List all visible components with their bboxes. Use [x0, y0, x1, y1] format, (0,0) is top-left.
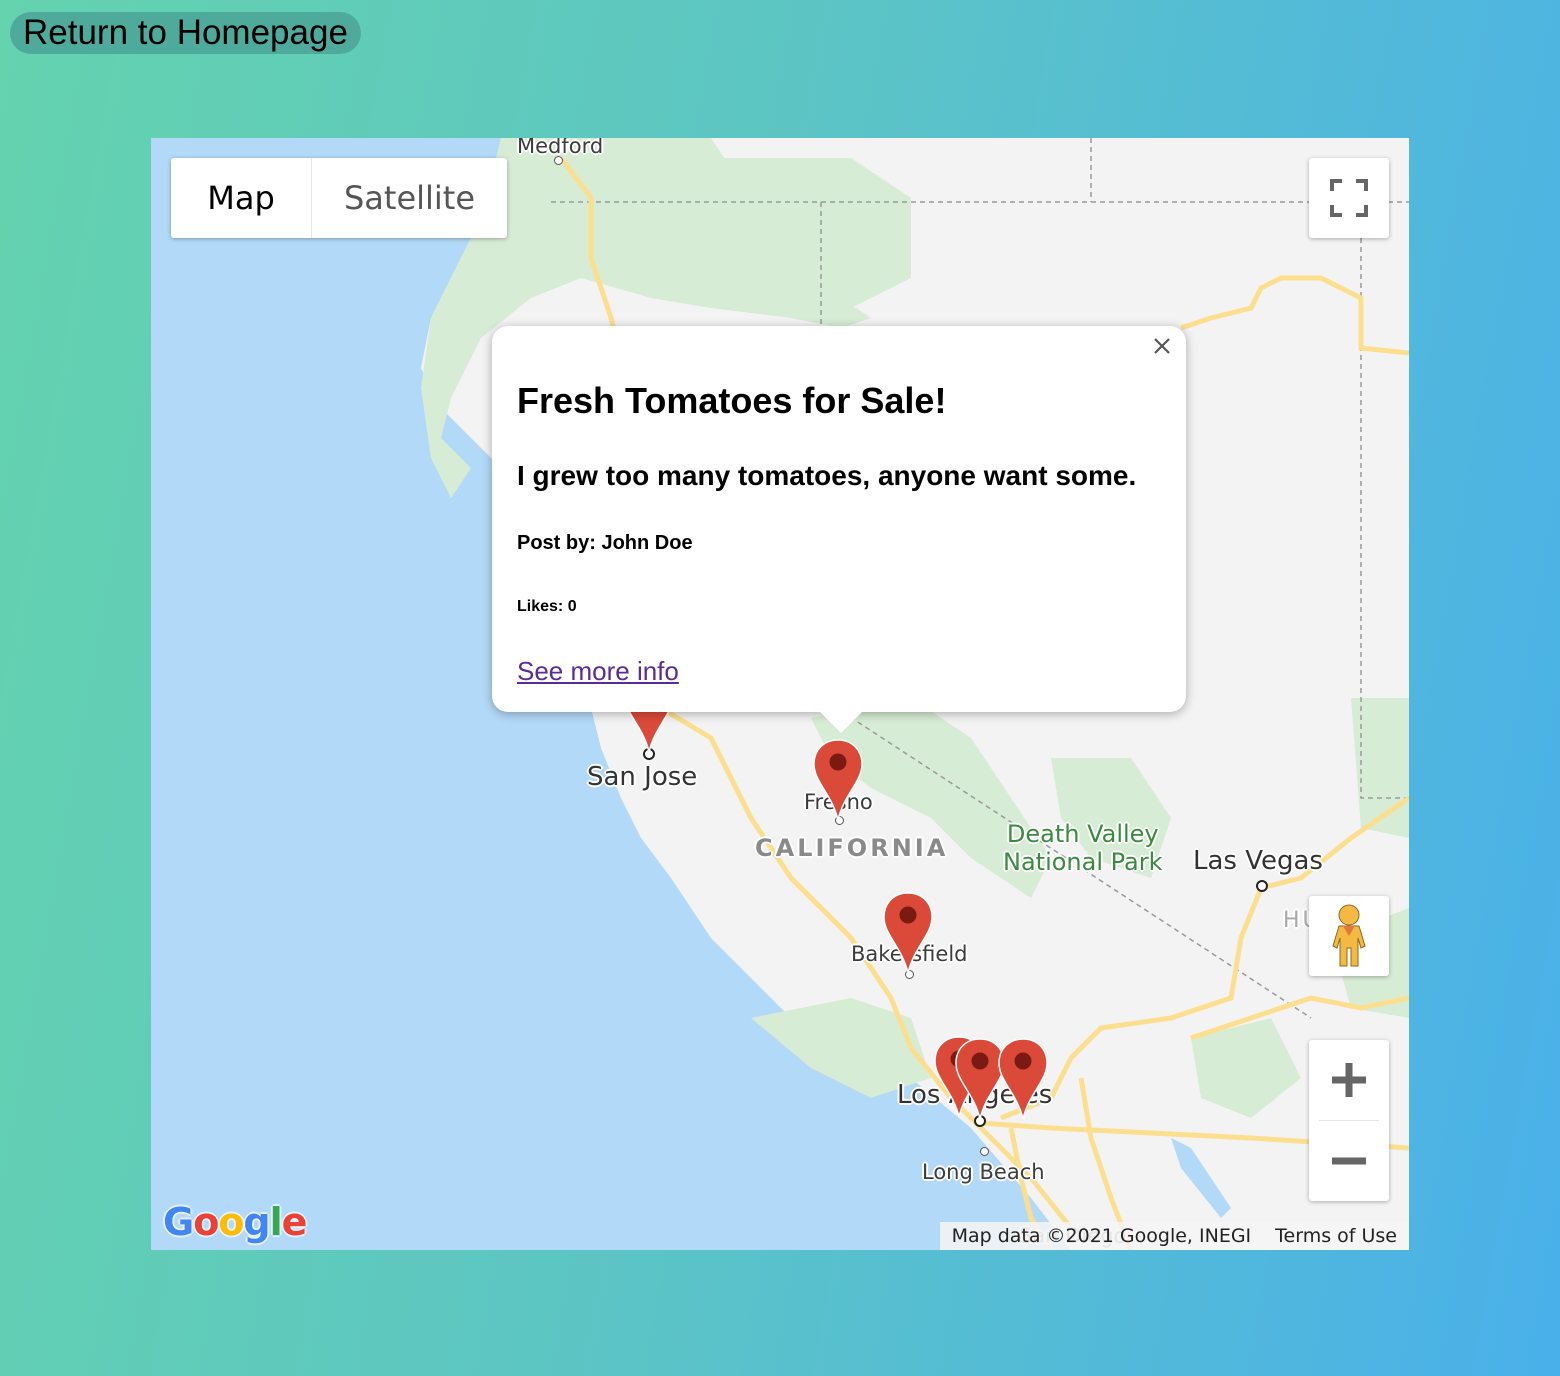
- city-dot-medford: [554, 156, 563, 165]
- plus-icon: [1332, 1063, 1366, 1097]
- map-marker-fresno[interactable]: [812, 738, 864, 822]
- zoom-in-button[interactable]: [1309, 1040, 1389, 1120]
- close-icon: [1154, 338, 1170, 354]
- zoom-control: [1309, 1040, 1389, 1201]
- post-likes: Likes: 0: [517, 598, 577, 615]
- map-attribution-bar: Map data ©2021 Google, INEGI Terms of Us…: [939, 1222, 1409, 1250]
- fullscreen-icon: [1330, 179, 1368, 217]
- google-logo: Google: [163, 1200, 307, 1244]
- post-author: Post by: John Doe: [517, 532, 693, 554]
- street-view-pegman-button[interactable]: [1309, 896, 1389, 976]
- marker-pin-icon: [813, 739, 863, 821]
- info-window-tail: [819, 711, 863, 733]
- place-label-san-jose: San Jose: [587, 762, 698, 792]
- see-more-info-link[interactable]: See more info: [517, 656, 679, 687]
- pegman-icon: [1332, 904, 1366, 967]
- city-dot-las-vegas: [1256, 880, 1268, 892]
- map-type-satellite-button[interactable]: Satellite: [311, 158, 507, 238]
- death-valley-line2: National Park: [1003, 848, 1163, 876]
- info-window: Fresh Tomatoes for Sale! I grew too many…: [492, 326, 1186, 712]
- place-label-california: CALIFORNIA: [755, 834, 949, 862]
- return-to-homepage-button[interactable]: Return to Homepage: [10, 12, 361, 54]
- map-type-map-button[interactable]: Map: [171, 158, 311, 238]
- place-label-long-beach: Long Beach: [922, 1160, 1045, 1184]
- marker-pin-icon: [883, 892, 933, 974]
- fullscreen-button[interactable]: [1309, 158, 1389, 238]
- terms-of-use-link[interactable]: Terms of Use: [1275, 1225, 1397, 1247]
- place-label-death-valley: Death Valley National Park: [1003, 820, 1163, 876]
- map-canvas[interactable]: Medford San Jose Fresno CALIFORNIA Death…: [151, 138, 1409, 1250]
- place-label-medford: Medford: [517, 138, 604, 158]
- post-title: Fresh Tomatoes for Sale!: [517, 380, 947, 421]
- minus-icon: [1332, 1157, 1366, 1165]
- map-data-attribution: Map data ©2021 Google, INEGI: [951, 1225, 1252, 1247]
- city-dot-long-beach: [980, 1147, 989, 1156]
- map-marker-los-angeles-3[interactable]: [997, 1037, 1049, 1121]
- place-label-las-vegas: Las Vegas: [1193, 846, 1323, 876]
- zoom-out-button[interactable]: [1309, 1121, 1389, 1201]
- map-marker-bakersfield[interactable]: [882, 891, 934, 975]
- death-valley-line1: Death Valley: [1006, 820, 1159, 848]
- info-window-close-button[interactable]: [1146, 330, 1178, 362]
- marker-pin-icon: [998, 1038, 1048, 1120]
- post-description: I grew too many tomatoes, anyone want so…: [517, 460, 1137, 491]
- map-type-control: Map Satellite: [171, 158, 507, 238]
